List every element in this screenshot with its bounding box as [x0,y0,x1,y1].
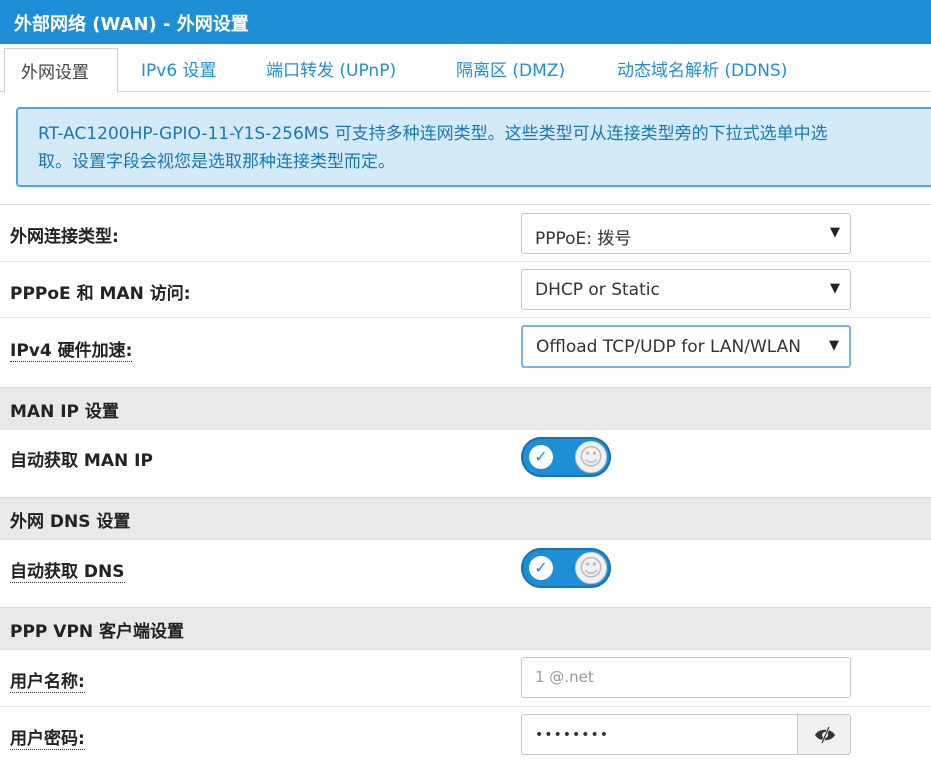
tab-wan-settings[interactable]: 外网设置 [4,48,118,93]
pppoe-man-value: DHCP or Static [535,280,660,300]
password-label-text: 用户密码: [10,729,85,750]
section-ppp-vpn-title: PPP VPN 客户端设置 [10,622,185,642]
section-man-ip-title: MAN IP 设置 [10,402,119,422]
chevron-down-icon: ▼ [824,225,840,240]
username-label-text: 用户名称: [10,672,85,693]
notice-line-2: 取。设置字段会视您是选取那种连接类型而定。 [38,152,395,172]
tab-ipv6[interactable]: IPv6 设置 [141,56,217,81]
section-wan-dns: 外网 DNS 设置 [0,497,931,539]
username-row: 用户名称: 1 @.net [0,649,931,706]
tab-port-forward[interactable]: 端口转发 (UPnP) [266,56,396,81]
info-notice: RT-AC1200HP-GPIO-11-Y1S-256MS 可支持多种连网类型。… [16,107,931,187]
auto-dns-label: 自动获取 DNS [10,557,125,583]
pppoe-man-label: PPPoE 和 MAN 访问: [10,284,191,304]
smiley-icon: ☺ [575,552,607,584]
auto-dns-row: 自动获取 DNS ✓ ☺ [0,539,931,607]
check-icon: ✓ [529,556,553,580]
ipv4-hw-row: IPv4 硬件加速: Offload TCP/UDP for LAN/WLAN … [0,317,931,387]
wan-type-select[interactable]: PPPoE: 拨号 ▼ [521,213,851,254]
notice-line-1: RT-AC1200HP-GPIO-11-Y1S-256MS 可支持多种连网类型。… [38,124,828,144]
password-row: 用户密码: •••••••• [0,706,931,764]
ipv4-hw-label-text: IPv4 硬件加速: [10,341,133,362]
section-ppp-vpn: PPP VPN 客户端设置 [0,607,931,649]
username-label: 用户名称: [10,667,85,693]
check-icon: ✓ [529,445,553,469]
show-password-button[interactable] [797,714,851,755]
ipv4-hw-label: IPv4 硬件加速: [10,336,133,362]
smiley-icon: ☺ [575,441,607,473]
ipv4-hw-select[interactable]: Offload TCP/UDP for LAN/WLAN ▼ [521,325,851,368]
auto-dns-toggle[interactable]: ✓ ☺ [521,548,611,588]
chevron-down-icon: ▼ [823,338,839,353]
wan-type-row: 外网连接类型: PPPoE: 拨号 ▼ [0,204,931,261]
auto-dns-label-text: 自动获取 DNS [10,562,125,583]
auto-man-ip-label: 自动获取 MAN IP [10,451,153,471]
password-label: 用户密码: [10,724,85,750]
pppoe-man-select[interactable]: DHCP or Static ▼ [521,269,851,310]
tab-ddns[interactable]: 动态域名解析 (DDNS) [617,56,787,81]
section-wan-dns-title: 外网 DNS 设置 [10,512,131,532]
wan-type-value: PPPoE: 拨号 [535,229,632,249]
username-input[interactable]: 1 @.net [521,657,851,698]
page-title: 外部网络 (WAN) - 外网设置 [0,0,931,44]
pppoe-man-row: PPPoE 和 MAN 访问: DHCP or Static ▼ [0,261,931,317]
tab-bar: 外网设置 IPv6 设置 端口转发 (UPnP) 隔离区 (DMZ) 动态域名解… [0,44,931,93]
section-man-ip: MAN IP 设置 [0,387,931,429]
auto-man-ip-toggle[interactable]: ✓ ☺ [521,437,611,477]
wan-type-label: 外网连接类型: [10,227,119,247]
auto-man-ip-row: 自动获取 MAN IP ✓ ☺ [0,429,931,497]
chevron-down-icon: ▼ [824,281,840,296]
password-input[interactable]: •••••••• [521,714,799,755]
eye-slash-icon [815,726,835,744]
tab-dmz[interactable]: 隔离区 (DMZ) [456,56,565,81]
ipv4-hw-value: Offload TCP/UDP for LAN/WLAN [536,337,801,357]
